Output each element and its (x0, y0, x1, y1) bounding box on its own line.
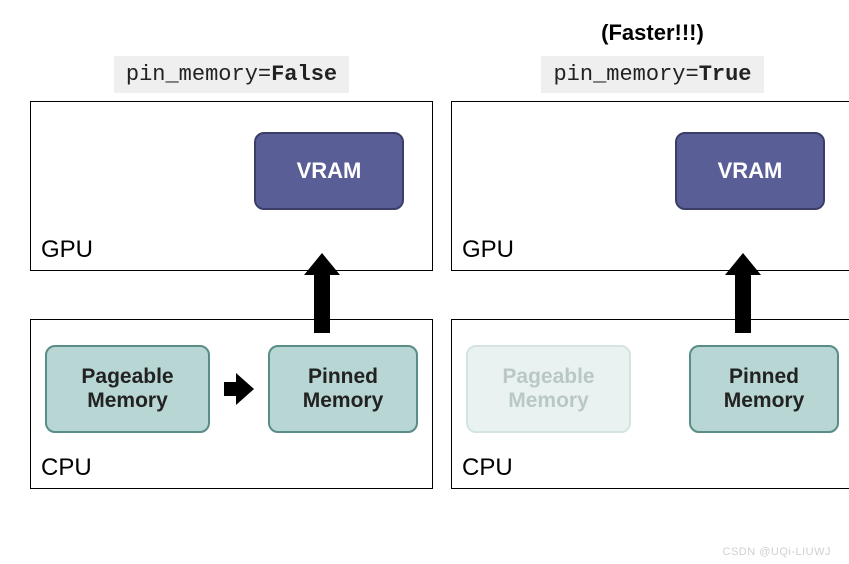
right-vertical-arrow-wrap (451, 271, 849, 319)
left-title-param: pin_memory= (126, 62, 271, 87)
left-pinned-block: PinnedMemory (268, 345, 418, 433)
arrow-right-icon (224, 373, 254, 405)
right-gpu-box: VRAM GPU (451, 101, 849, 271)
right-title-value: True (699, 62, 752, 87)
right-column: (Faster!!!) pin_memory=True VRAM GPU Pag… (451, 20, 849, 489)
right-title: pin_memory=True (541, 56, 763, 93)
left-gpu-label: GPU (41, 236, 93, 264)
faster-annotation: (Faster!!!) (601, 20, 704, 46)
right-cpu-label: CPU (462, 454, 513, 482)
left-column: pin_memory=False VRAM GPU PageableMemory… (30, 22, 433, 489)
right-cpu-box: PageableMemory PinnedMemory CPU (451, 319, 849, 489)
left-vertical-arrow-wrap (30, 271, 433, 319)
left-pageable-block: PageableMemory (45, 345, 210, 433)
right-vram-block: VRAM (675, 132, 825, 210)
left-gpu-box: VRAM GPU (30, 101, 433, 271)
left-title-value: False (271, 62, 337, 87)
left-title: pin_memory=False (114, 56, 349, 93)
left-cpu-box: PageableMemory PinnedMemory CPU (30, 319, 433, 489)
diagram-columns: pin_memory=False VRAM GPU PageableMemory… (30, 20, 819, 489)
left-vram-block: VRAM (254, 132, 404, 210)
watermark-text: CSDN @UQi-LIUWJ (723, 546, 832, 558)
right-pageable-block-faded: PageableMemory (466, 345, 631, 433)
right-gpu-label: GPU (462, 236, 514, 264)
right-title-param: pin_memory= (553, 62, 698, 87)
left-cpu-label: CPU (41, 454, 92, 482)
right-pinned-block: PinnedMemory (689, 345, 839, 433)
